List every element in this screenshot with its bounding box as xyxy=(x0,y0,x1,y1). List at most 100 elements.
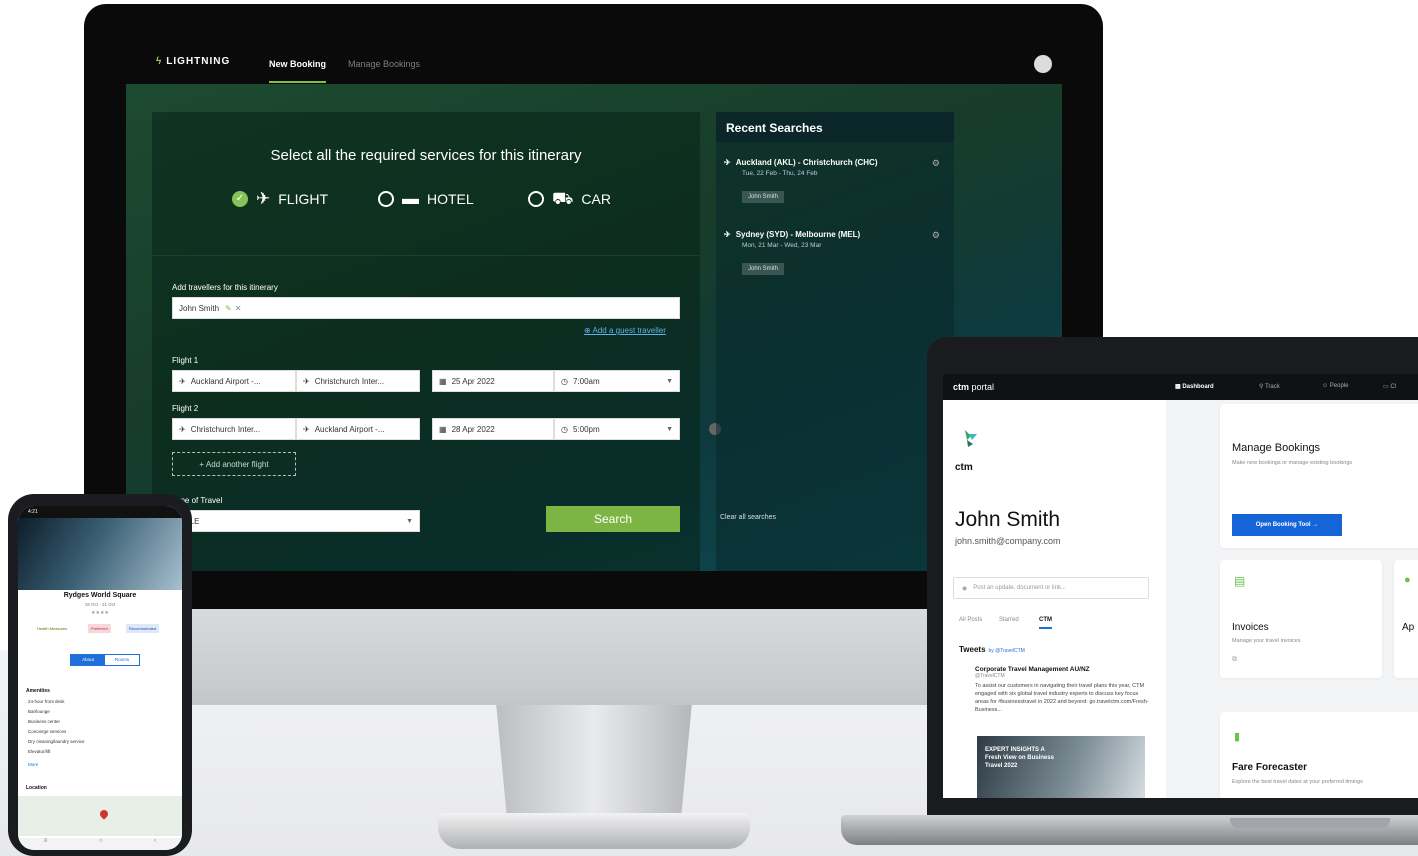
external-link-icon[interactable]: ⧉ xyxy=(1232,656,1237,664)
calendar-icon: ▦ xyxy=(439,376,447,386)
nav-dashboard[interactable]: ▦ Dashboard xyxy=(1175,383,1214,390)
open-booking-tool-button[interactable]: Open Booking Tool → xyxy=(1232,514,1342,536)
tab-manage-bookings[interactable]: Manage Bookings xyxy=(348,59,420,69)
nav-more[interactable]: ▭ Cl xyxy=(1383,383,1396,390)
tweet-image[interactable]: EXPERT INSIGHTS A Fresh View on Business… xyxy=(977,736,1145,798)
flight1-label: Flight 1 xyxy=(172,356,199,365)
traveller-badge: John Smith xyxy=(742,191,785,203)
car-radio[interactable] xyxy=(528,190,544,207)
lightning-logo[interactable]: ϟ LIGHTNING xyxy=(156,56,230,67)
panel-divider xyxy=(152,255,700,256)
departure-icon: ✈ xyxy=(179,376,186,386)
segment-about[interactable]: About xyxy=(71,655,105,665)
service-flight-option[interactable]: ✈ FLIGHT xyxy=(232,190,328,207)
back-icon[interactable]: ‹ xyxy=(154,838,156,850)
health-measures-tag: Health Measures xyxy=(37,626,68,631)
flight2-from-input[interactable]: ✈ Christchurch Inter... xyxy=(172,418,296,440)
user-avatar[interactable] xyxy=(1034,55,1052,73)
traveller-input[interactable]: John Smith ✎ ✕ xyxy=(172,297,680,319)
add-guest-link[interactable]: ⊕ Add a guest traveller xyxy=(584,326,666,335)
invoices-subtitle: Manage your travel invoices xyxy=(1232,638,1301,644)
arrival-icon: ✈ xyxy=(303,424,310,434)
flight-radio[interactable] xyxy=(232,190,248,207)
flight1-date-input[interactable]: ▦ 25 Apr 2022 xyxy=(432,370,554,392)
flight2-date-input[interactable]: ▦ 28 Apr 2022 xyxy=(432,418,554,440)
plane-icon: ✈ xyxy=(724,158,731,167)
manage-bookings-subtitle: Make new bookings or manage existing boo… xyxy=(1232,460,1353,466)
chevron-down-icon: ▼ xyxy=(666,425,673,433)
invoices-card[interactable]: ▤ Invoices Manage your travel invoices ⧉ xyxy=(1220,560,1382,678)
search-button[interactable]: Search xyxy=(546,506,680,532)
location-map[interactable] xyxy=(18,796,182,836)
chevron-down-icon: ▼ xyxy=(666,377,673,385)
travel-type-select[interactable]: SALE▼ xyxy=(172,510,420,532)
attach-icon: ◉ xyxy=(962,585,968,592)
laptop-screen: ctm portal ▦ Dashboard ⚲ Track ☺ People … xyxy=(943,374,1418,798)
bolt-icon: ϟ xyxy=(156,56,163,67)
amenity-item: Business center xyxy=(28,719,61,724)
ctm-logo-text: ctm xyxy=(955,462,973,473)
arrival-icon: ✈ xyxy=(303,376,310,386)
add-flight-button[interactable]: + Add another flight xyxy=(172,452,296,476)
plane-icon: ✈ xyxy=(256,189,271,208)
preferred-tag: Preferred xyxy=(88,624,111,633)
nav-people[interactable]: ☺ People xyxy=(1322,383,1348,389)
recent-search-item[interactable]: ✈ Auckland (AKL) - Christchurch (CHC) Tue… xyxy=(724,158,946,203)
clock-icon: ◷ xyxy=(561,376,568,386)
amenities-title: Amenities xyxy=(26,688,50,694)
nav-track[interactable]: ⚲ Track xyxy=(1259,383,1280,390)
calendar-icon: ▦ xyxy=(439,424,447,434)
flight2-to-input[interactable]: ✈ Auckland Airport -... xyxy=(296,418,420,440)
tweets-header: Tweets by @TravelCTM xyxy=(959,645,1025,654)
flight1-to-input[interactable]: ✈ Christchurch Inter... xyxy=(296,370,420,392)
service-car-option[interactable]: ⛟ CAR xyxy=(528,190,611,207)
fare-forecaster-card[interactable]: ▮ Fare Forecaster Explore the best trave… xyxy=(1220,712,1418,798)
phone-nav-bar: ≡ ○ ‹ xyxy=(18,838,182,850)
amenity-item: Elevator/lift xyxy=(28,749,51,754)
star-rating: ★★★★ xyxy=(91,610,109,616)
recent-searches-title: Recent Searches xyxy=(716,112,954,142)
tab-new-booking[interactable]: New Booking xyxy=(269,59,327,83)
post-input[interactable]: ◉ Post an update, document or link... xyxy=(953,577,1149,599)
user-icon: ☺ xyxy=(1322,383,1330,389)
amenity-item: Bar/lounge xyxy=(28,709,50,714)
monitor-stand xyxy=(496,705,692,815)
flight2-time-select[interactable]: ◷ 5:00pm ▼ xyxy=(554,418,680,440)
car-icon: ⛟ xyxy=(552,189,574,208)
flight1-time-select[interactable]: ◷ 7:00am ▼ xyxy=(554,370,680,392)
tab-ctm[interactable]: CTM xyxy=(1039,617,1052,629)
desktop-screen: ϟ LIGHTNING New Booking Manage Bookings S… xyxy=(126,44,1062,571)
monitor-stand-base xyxy=(438,813,750,849)
flight1-from-input[interactable]: ✈ Auckland Airport -... xyxy=(172,370,296,392)
approvals-card[interactable]: ● Ap xyxy=(1394,560,1418,678)
gear-icon[interactable]: ⚙ xyxy=(932,230,940,241)
hotel-name: Rydges World Square xyxy=(63,592,137,599)
services-title: Select all the required services for thi… xyxy=(270,147,582,164)
segment-rooms[interactable]: Rooms xyxy=(105,655,139,665)
service-hotel-option[interactable]: ▬ HOTEL xyxy=(378,190,474,207)
booking-panel: Select all the required services for thi… xyxy=(152,112,721,571)
menu-icon[interactable]: ≡ xyxy=(44,838,48,850)
home-icon[interactable]: ○ xyxy=(99,838,103,850)
recent-search-item[interactable]: ✈ Sydney (SYD) - Melbourne (MEL) Mon, 21 … xyxy=(724,230,946,275)
top-navbar: ϟ LIGHTNING New Booking Manage Bookings xyxy=(126,44,1062,84)
edit-icon[interactable]: ✎ xyxy=(225,304,232,313)
tab-all-posts[interactable]: All Posts xyxy=(959,617,982,623)
more-amenities-link[interactable]: More xyxy=(28,762,38,767)
user-email: john.smith@company.com xyxy=(955,536,1061,546)
hotel-photo xyxy=(18,518,182,590)
gear-icon[interactable]: ⚙ xyxy=(932,158,940,169)
amenity-item: 24-hour front desk xyxy=(28,699,65,704)
traveller-badge: John Smith xyxy=(742,263,785,275)
ctm-logo-icon xyxy=(965,430,977,447)
ctm-portal-logo[interactable]: ctm portal xyxy=(953,382,994,392)
segmented-control: About Rooms xyxy=(70,654,140,666)
clear-searches-link[interactable]: Clear all searches xyxy=(720,514,776,521)
tweet-item[interactable]: Corporate Travel Management AU/NZ @Trave… xyxy=(959,666,1149,714)
manage-bookings-card: Manage Bookings Make new bookings or man… xyxy=(1220,404,1418,548)
traveller-chip[interactable]: John Smith ✎ ✕ xyxy=(179,304,241,313)
travellers-label: Add travellers for this itinerary xyxy=(172,283,278,292)
tab-starred[interactable]: Starred xyxy=(999,617,1019,623)
hotel-radio[interactable] xyxy=(378,190,394,207)
remove-traveller-icon[interactable]: ✕ xyxy=(235,304,242,313)
